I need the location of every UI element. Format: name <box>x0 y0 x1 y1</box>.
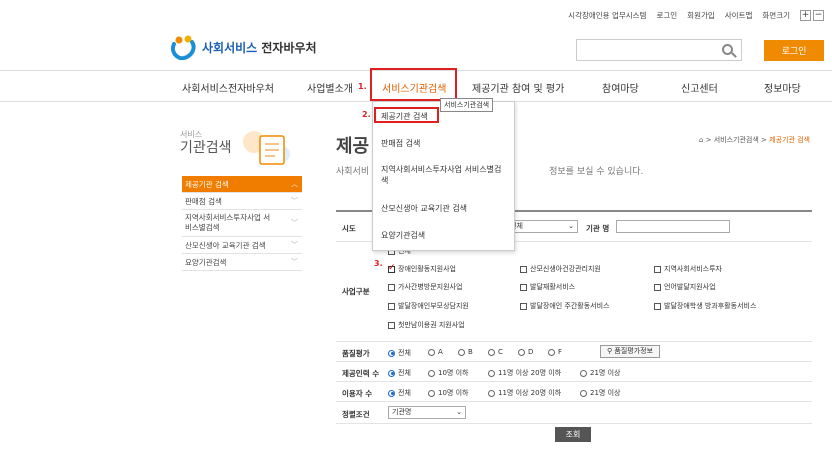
zoom-controls: + − <box>800 10 824 21</box>
staff-radio[interactable]: 11명 이상 20명 이하 <box>488 368 561 378</box>
biz-checkbox[interactable]: 언어발달지원사업 <box>654 282 716 292</box>
quality-radio[interactable]: F <box>548 348 562 356</box>
staff-radio[interactable]: 전체 <box>388 368 411 378</box>
side-item-maternity-search[interactable]: 산모신생아 교육기관 검색 ﹀ <box>182 237 302 254</box>
quality-info-button[interactable]: ⚲ 품질평가정보 <box>600 345 661 358</box>
quality-radio[interactable]: C <box>488 348 503 356</box>
step-2-label: 2. <box>362 110 371 119</box>
staff-row: 제공인력 수 전체 10명 이하 11명 이상 20명 이하 21명 이상 <box>336 362 812 382</box>
sitemap-link[interactable]: 사이트맵 <box>725 10 753 21</box>
staff-radio[interactable]: 21명 이상 <box>580 368 620 378</box>
staff-radio[interactable]: 10명 이하 <box>428 368 468 378</box>
biz-checkbox[interactable]: 산모신생아건강관리지원 <box>520 264 601 274</box>
biz-checkbox[interactable]: 장애인활동지원사업 <box>388 263 456 274</box>
dropdown-item-maternity-search[interactable]: 산모신생아 교육기관 검색 <box>381 203 467 214</box>
biz-type-label: 사업구분 <box>342 287 370 296</box>
signup-link[interactable]: 회원가입 <box>687 10 715 21</box>
side-item-care-search[interactable]: 요양기관검색 ﹀ <box>182 254 302 271</box>
chevron-up-icon: ︿ <box>291 180 298 188</box>
users-label: 이용자 수 <box>342 389 373 398</box>
users-row: 이용자 수 전체 10명 이하 11명 이상 20명 이하 21명 이상 <box>336 382 812 402</box>
users-radio[interactable]: 11명 이상 20명 이하 <box>488 388 561 398</box>
chevron-down-icon: ﹀ <box>291 219 298 227</box>
nav-item-participation[interactable]: 제공기관 참여 및 평가 <box>472 80 564 95</box>
nav-tooltip: 서비스기관검색 <box>440 98 494 112</box>
nav-item-forum[interactable]: 참여마당 <box>602 80 639 95</box>
side-item-community-search[interactable]: 지역사회서비스투자사업 서비스별검색 ﹀ <box>182 210 302 237</box>
logo-mark-icon <box>171 35 196 60</box>
quality-row: 품질평가 전체 A B C D F ⚲ 품질평가정보 <box>336 342 812 362</box>
step-1-label: 1. <box>358 82 367 91</box>
chevron-down-icon: ﹀ <box>291 258 298 266</box>
biz-checkbox[interactable]: 발달장애인부모상담지원 <box>388 301 469 311</box>
login-button[interactable]: 로그인 <box>764 40 824 61</box>
chevron-down-icon: ﹀ <box>291 197 298 205</box>
biz-checkbox[interactable]: 가사간병방문지원사업 <box>388 282 462 292</box>
side-item-provider-search[interactable]: 제공기관 검색 ︿ <box>182 176 302 193</box>
sort-select[interactable]: 기관명 ⌄ <box>388 406 466 419</box>
login-link[interactable]: 로그인 <box>656 10 677 21</box>
logo-text: 사회서비스 전자바우처 <box>202 40 317 55</box>
sigungu-select[interactable]: 전체 ⌄ <box>506 220 578 233</box>
dropdown-item-community-search[interactable]: 지역사회서비스투자사업 서비스별검색 <box>381 164 506 186</box>
biz-checkbox[interactable]: 발달장애학생 방과후활동서비스 <box>654 301 756 311</box>
zoom-in-button[interactable]: + <box>800 10 811 21</box>
dropdown-item-care-search[interactable]: 요양기관검색 <box>381 230 425 241</box>
biz-checkbox[interactable]: 발달재활서비스 <box>520 282 575 292</box>
document-illustration-icon <box>243 131 290 165</box>
biz-checkbox[interactable]: 첫만남이용권 지원사업 <box>388 320 465 330</box>
accessible-system-link[interactable]: 시각장애인용 업무시스템 <box>568 10 646 21</box>
chevron-down-icon: ⌄ <box>456 408 462 416</box>
site-search-input[interactable] <box>576 39 742 61</box>
breadcrumb-current: 제공기관 검색 <box>769 136 810 144</box>
nav-item-business[interactable]: 사업별소개 <box>307 80 353 95</box>
users-radio[interactable]: 21명 이상 <box>580 388 620 398</box>
quality-label: 품질평가 <box>342 349 370 358</box>
dropdown-item-store-search[interactable]: 판매점 검색 <box>381 138 420 149</box>
sido-label: 시도 <box>342 224 356 233</box>
breadcrumb: ⌂ > 서비스기관검색 > 제공기관 검색 <box>698 136 810 144</box>
quality-radio[interactable]: A <box>428 348 443 356</box>
side-title: 서비스 기관검색 <box>180 130 232 156</box>
staff-label: 제공인력 수 <box>342 369 380 378</box>
site-logo[interactable]: 사회서비스 전자바우처 <box>168 34 317 60</box>
nav-item-report[interactable]: 신고센터 <box>681 80 718 95</box>
users-radio[interactable]: 전체 <box>388 388 411 398</box>
nav-highlight-box <box>370 68 457 101</box>
chevron-down-icon: ﹀ <box>291 241 298 249</box>
nav-item-info[interactable]: 정보마당 <box>764 80 801 95</box>
sort-row: 정렬조건 기관명 ⌄ <box>336 402 812 424</box>
search-icon: ⚲ <box>607 347 613 355</box>
biz-checkbox[interactable]: 발달장애인 주간활동서비스 <box>520 301 610 311</box>
dropdown-highlight-box <box>374 107 439 123</box>
users-radio[interactable]: 10명 이하 <box>428 388 468 398</box>
side-menu: 제공기관 검색 ︿ 판매점 검색 ﹀ 지역사회서비스투자사업 서비스별검색 ﹀ 산모신… <box>182 176 302 271</box>
nav-item-voucher[interactable]: 사회서비스전자바우처 <box>182 80 274 95</box>
biz-checkbox[interactable]: 지역사회서비스투자 <box>654 264 722 274</box>
sort-label: 정렬조건 <box>342 410 370 419</box>
org-name-label: 기관 명 <box>586 224 610 233</box>
org-name-input[interactable] <box>616 220 730 233</box>
chevron-down-icon: ⌄ <box>568 222 574 230</box>
zoom-label: 화면크기 <box>762 11 790 20</box>
org-search-dropdown: 제공기관 검색 판매점 검색 지역사회서비스투자사업 서비스별검색 산모신생아 … <box>372 101 515 251</box>
search-submit-button[interactable]: 조회 <box>555 427 591 442</box>
quality-radio[interactable]: D <box>518 348 533 356</box>
step-3-label: 3. <box>374 259 383 268</box>
side-item-store-search[interactable]: 판매점 검색 ﹀ <box>182 193 302 210</box>
breadcrumb-mid[interactable]: 서비스기관검색 <box>714 136 759 144</box>
utility-bar: 시각장애인용 업무시스템 로그인 회원가입 사이트맵 화면크기 + − <box>568 10 824 21</box>
quality-radio[interactable]: 전체 <box>388 348 411 358</box>
home-icon[interactable]: ⌂ <box>699 136 703 144</box>
quality-radio[interactable]: B <box>458 348 473 356</box>
biz-type-row: 사업구분 전체 장애인활동지원사업 산모신생아건강관리지원 지역사회서비스투자 … <box>336 242 812 342</box>
page-title: 제공 <box>336 136 370 157</box>
zoom-out-button[interactable]: − <box>813 10 824 21</box>
search-icon[interactable] <box>722 44 733 55</box>
